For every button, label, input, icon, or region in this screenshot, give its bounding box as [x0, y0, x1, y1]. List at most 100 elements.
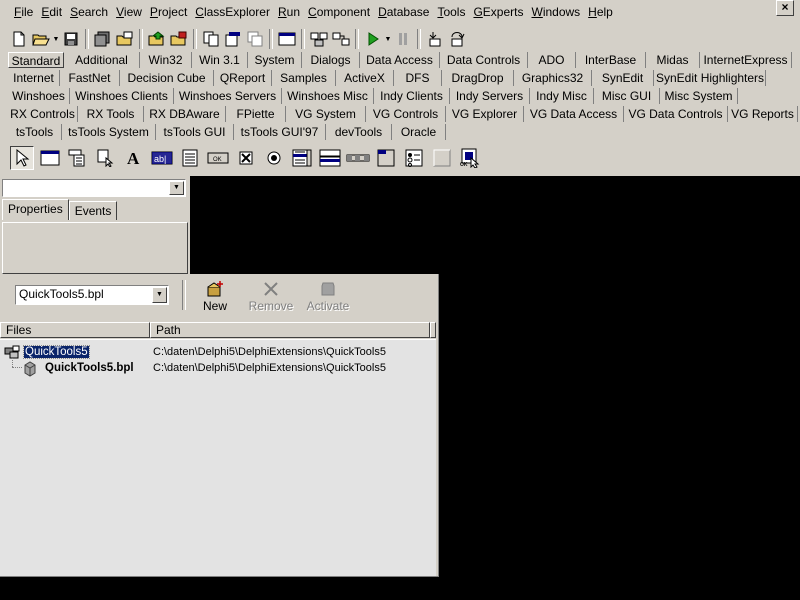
panel-icon[interactable]: [430, 146, 454, 170]
tab-tstools-gui[interactable]: tsTools GUI: [156, 124, 234, 140]
menu-classexplorer[interactable]: ClassExplorer: [191, 3, 274, 23]
tab-vg-data-access[interactable]: VG Data Access: [524, 106, 624, 122]
tab-winshoes[interactable]: Winshoes: [8, 88, 70, 104]
menu-component[interactable]: Component: [304, 3, 374, 23]
tab-win32[interactable]: Win32: [140, 52, 192, 68]
open-icon[interactable]: [30, 28, 52, 50]
tab-additional[interactable]: Additional: [64, 52, 140, 68]
button-icon[interactable]: OK: [206, 146, 230, 170]
tab-devtools[interactable]: devTools: [326, 124, 392, 140]
table-row[interactable]: QuickTools5.bpl C:\daten\Delphi5\DelphiE…: [0, 361, 436, 377]
menu-gexperts[interactable]: GExperts: [469, 3, 527, 23]
tab-indy-clients[interactable]: Indy Clients: [374, 88, 450, 104]
menu-run[interactable]: Run: [274, 3, 304, 23]
main-menu-icon[interactable]: [66, 146, 90, 170]
save-all-icon[interactable]: [92, 28, 114, 50]
column-header-path[interactable]: Path: [150, 322, 430, 338]
menu-project[interactable]: Project: [146, 3, 191, 23]
package-file-list[interactable]: QuickTools5 C:\daten\Delphi5\DelphiExten…: [0, 339, 436, 576]
actionlist-icon[interactable]: OK: [458, 146, 482, 170]
menu-file[interactable]: File: [10, 3, 37, 23]
menu-search[interactable]: Search: [66, 3, 112, 23]
popup-menu-icon[interactable]: [94, 146, 118, 170]
tab-winshoes-clients[interactable]: Winshoes Clients: [70, 88, 174, 104]
remove-button[interactable]: Remove: [245, 280, 297, 316]
tab-synedit-highlighters[interactable]: SynEdit Highlighters: [654, 70, 766, 86]
tab-events[interactable]: Events: [68, 201, 118, 220]
menu-windows[interactable]: Windows: [527, 3, 584, 23]
open-project-icon[interactable]: [114, 28, 136, 50]
tab-oracle[interactable]: Oracle: [392, 124, 446, 140]
tab-properties[interactable]: Properties: [2, 199, 69, 220]
tab-data-controls[interactable]: Data Controls: [440, 52, 528, 68]
new-icon[interactable]: [8, 28, 30, 50]
menu-help[interactable]: Help: [584, 3, 617, 23]
scrollbar-icon[interactable]: [346, 146, 370, 170]
memo-icon[interactable]: [178, 146, 202, 170]
tab-internet[interactable]: Internet: [8, 70, 60, 86]
tab-standard[interactable]: Standard: [8, 52, 64, 68]
tab-tstools[interactable]: tsTools: [8, 124, 62, 140]
tab-fastnet[interactable]: FastNet: [60, 70, 120, 86]
checkbox-icon[interactable]: [234, 146, 258, 170]
tab-vg-controls[interactable]: VG Controls: [366, 106, 446, 122]
tab-system[interactable]: System: [248, 52, 302, 68]
view-form-icon[interactable]: [244, 28, 266, 50]
tab-dfs[interactable]: DFS: [394, 70, 442, 86]
new-button[interactable]: New: [189, 280, 241, 316]
menu-edit[interactable]: Edit: [37, 3, 66, 23]
toggle-form-unit-icon[interactable]: [200, 28, 222, 50]
new-form-icon[interactable]: [276, 28, 298, 50]
tab-rx-tools[interactable]: RX Tools: [78, 106, 144, 122]
tab-samples[interactable]: Samples: [272, 70, 336, 86]
groupbox-icon[interactable]: [374, 146, 398, 170]
menu-view[interactable]: View: [112, 3, 146, 23]
package-select[interactable]: QuickTools5.bpl ▼: [15, 285, 169, 305]
tab-decision-cube[interactable]: Decision Cube: [120, 70, 214, 86]
chevron-down-icon[interactable]: ▼: [152, 287, 167, 303]
row-file-name[interactable]: QuickTools5: [23, 345, 90, 359]
combobox-icon[interactable]: [318, 146, 342, 170]
tab-ado[interactable]: ADO: [528, 52, 576, 68]
view-project-source-icon[interactable]: [308, 28, 330, 50]
menu-database[interactable]: Database: [374, 3, 433, 23]
tab-winshoes-servers[interactable]: Winshoes Servers: [174, 88, 282, 104]
remove-file-icon[interactable]: [168, 28, 190, 50]
tab-indy-misc[interactable]: Indy Misc: [530, 88, 594, 104]
tab-dialogs[interactable]: Dialogs: [302, 52, 360, 68]
tab-vg-data-controls[interactable]: VG Data Controls: [624, 106, 728, 122]
step-over-icon[interactable]: [446, 28, 468, 50]
tab-internetexpress[interactable]: InternetExpress: [700, 52, 792, 68]
run-icon[interactable]: [362, 28, 384, 50]
listbox-icon[interactable]: [290, 146, 314, 170]
tab-tstools-gui97[interactable]: tsTools GUI'97: [234, 124, 326, 140]
tab-indy-servers[interactable]: Indy Servers: [450, 88, 530, 104]
tab-winshoes-misc[interactable]: Winshoes Misc: [282, 88, 374, 104]
column-header-files[interactable]: Files: [0, 322, 150, 338]
save-icon[interactable]: [60, 28, 82, 50]
tab-win31[interactable]: Win 3.1: [192, 52, 248, 68]
inspector-property-grid[interactable]: [2, 222, 188, 274]
chevron-down-icon[interactable]: ▼: [52, 36, 60, 43]
edit-icon[interactable]: ab|: [150, 146, 174, 170]
radio-button-icon[interactable]: [262, 146, 286, 170]
tab-vg-explorer[interactable]: VG Explorer: [446, 106, 524, 122]
tab-fpiette[interactable]: FPiette: [226, 106, 286, 122]
tab-qreport[interactable]: QReport: [214, 70, 272, 86]
tab-graphics32[interactable]: Graphics32: [514, 70, 592, 86]
project-options-icon[interactable]: [330, 28, 352, 50]
tab-tstools-system[interactable]: tsTools System: [62, 124, 156, 140]
tab-misc-system[interactable]: Misc System: [660, 88, 738, 104]
tab-interbase[interactable]: InterBase: [576, 52, 646, 68]
chevron-down-icon[interactable]: ▼: [169, 181, 184, 195]
tab-midas[interactable]: Midas: [646, 52, 700, 68]
activate-button[interactable]: Activate: [302, 280, 354, 316]
tab-vg-system[interactable]: VG System: [286, 106, 366, 122]
tab-dragdrop[interactable]: DragDrop: [442, 70, 514, 86]
table-row[interactable]: QuickTools5 C:\daten\Delphi5\DelphiExten…: [0, 345, 436, 361]
menu-tools[interactable]: Tools: [433, 3, 469, 23]
label-icon[interactable]: A: [122, 146, 146, 170]
view-unit-icon[interactable]: [222, 28, 244, 50]
add-file-icon[interactable]: [146, 28, 168, 50]
radiogroup-icon[interactable]: [402, 146, 426, 170]
